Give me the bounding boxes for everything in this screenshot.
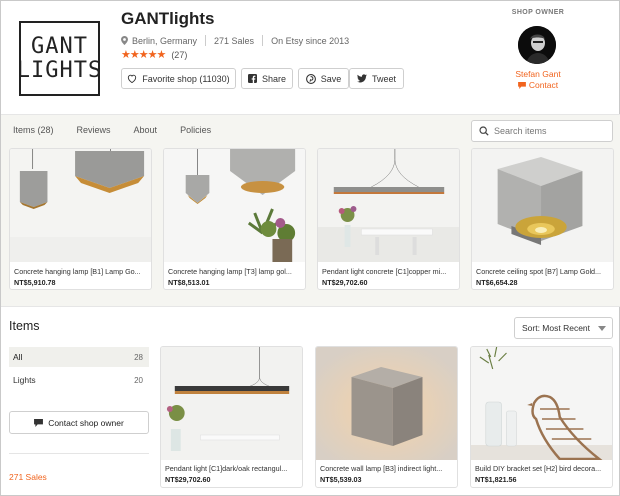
chevron-down-icon: [598, 326, 606, 331]
listing-card[interactable]: Concrete wall lamp [B3] indirect light..…: [315, 346, 458, 488]
listing-card[interactable]: Pendant light [C1]dark/oak rectangul... …: [160, 346, 303, 488]
listing-title: Concrete hanging lamp [T3] lamp gol...: [168, 267, 292, 276]
owner-avatar-image: [518, 26, 556, 64]
tab-policies[interactable]: Policies: [180, 125, 211, 135]
sales-link[interactable]: 271 Sales: [9, 472, 47, 482]
featured-listing-card[interactable]: Concrete ceiling spot [B7] Lamp Gold... …: [471, 148, 614, 290]
featured-listing-card[interactable]: Concrete hanging lamp [T3] lamp gol... N…: [163, 148, 306, 290]
listing-photo: [471, 347, 612, 460]
listing-price: NT$5,539.03: [320, 475, 362, 484]
section-item-all[interactable]: All 28: [9, 347, 149, 367]
sidebar-divider: [9, 453, 149, 454]
listing-title: Pendant light [C1]dark/oak rectangul...: [165, 464, 288, 473]
listing-title: Build DIY bracket set [H2] bird decora..…: [475, 464, 602, 473]
listing-photo: [161, 347, 302, 460]
contact-owner-link[interactable]: Contact: [497, 80, 579, 90]
pinterest-icon: [305, 73, 316, 84]
listing-card[interactable]: Build DIY bracket set [H2] bird decora..…: [470, 346, 613, 488]
listing-price: NT$1,821.56: [475, 475, 517, 484]
favorite-shop-label: Favorite shop (11030): [142, 73, 230, 84]
search-input[interactable]: [494, 126, 604, 136]
shop-rating[interactable]: ★★★★★ (27): [121, 48, 187, 61]
items-heading: Items: [9, 319, 40, 333]
twitter-icon: [356, 74, 367, 83]
share-label: Share: [261, 73, 287, 84]
tab-reviews[interactable]: Reviews: [77, 125, 111, 135]
logo-line2: LIGHTS: [16, 57, 103, 83]
listing-price: NT$8,513.01: [168, 278, 210, 287]
shop-owner-label: SHOP OWNER: [511, 9, 565, 16]
owner-name-link[interactable]: Stefan Gant: [497, 69, 579, 79]
contact-label: Contact: [528, 80, 559, 90]
contact-shop-owner-button[interactable]: Contact shop owner: [9, 411, 149, 434]
featured-listing-card[interactable]: Pendant light concrete [C1]copper mi... …: [317, 148, 460, 290]
listing-photo: [10, 149, 151, 262]
section-count: 20: [134, 375, 143, 385]
search-items-box[interactable]: [471, 120, 613, 142]
review-count: (27): [171, 49, 188, 60]
owner-avatar[interactable]: [518, 26, 556, 64]
featured-listing-card[interactable]: Concrete hanging lamp [B1] Lamp Go... NT…: [9, 148, 152, 290]
listing-price: NT$6,654.28: [476, 278, 518, 287]
shop-logo[interactable]: GANT LIGHTS: [16, 21, 103, 96]
shop-sales[interactable]: 271 Sales: [214, 36, 254, 46]
section-label: All: [13, 352, 23, 362]
listing-title: Pendant light concrete [C1]copper mi...: [322, 267, 447, 276]
listing-price: NT$29,702.60: [322, 278, 368, 287]
contact-shop-owner-label: Contact shop owner: [48, 417, 124, 428]
meta-divider: [262, 35, 264, 46]
rating-stars-icon: ★★★★★: [121, 49, 166, 61]
facebook-icon: [247, 74, 257, 83]
meta-divider: [205, 35, 207, 46]
listing-title: Concrete ceiling spot [B7] Lamp Gold...: [476, 267, 602, 276]
shop-location: Berlin, Germany: [132, 35, 198, 46]
tab-about[interactable]: About: [134, 125, 158, 135]
shop-meta: Berlin, Germany 271 Sales On Etsy since …: [121, 35, 349, 46]
save-label: Save: [320, 73, 342, 84]
listing-price: NT$5,910.78: [14, 278, 56, 287]
listing-photo: [318, 149, 459, 262]
pinterest-save-button[interactable]: Save: [298, 68, 349, 89]
search-icon: [479, 126, 489, 136]
listing-title: Concrete wall lamp [B3] indirect light..…: [320, 464, 443, 473]
listing-price: NT$29,702.60: [165, 475, 211, 484]
listing-title: Concrete hanging lamp [B1] Lamp Go...: [14, 267, 141, 276]
listing-photo: [164, 149, 305, 262]
section-count: 28: [134, 352, 143, 362]
tweet-button[interactable]: Tweet: [349, 68, 404, 89]
favorite-shop-button[interactable]: Favorite shop (11030): [121, 68, 236, 89]
heart-icon: [128, 74, 137, 83]
listing-photo: [316, 347, 457, 460]
shop-name: GANTlights: [121, 9, 215, 28]
logo-line1: GANT: [31, 33, 88, 59]
section-item-lights[interactable]: Lights 20: [9, 370, 149, 390]
tab-items[interactable]: Items (28): [13, 125, 54, 135]
tweet-label: Tweet: [371, 73, 396, 84]
sort-label: Sort: Most Recent: [522, 323, 591, 333]
listing-photo: [472, 149, 613, 262]
message-icon: [517, 81, 526, 89]
shop-since: On Etsy since 2013: [271, 35, 350, 46]
shop-tabs: Items (28) Reviews About Policies: [13, 125, 234, 135]
section-label: Lights: [13, 375, 36, 385]
message-icon: [34, 418, 44, 427]
facebook-share-button[interactable]: Share: [241, 68, 293, 89]
location-pin-icon: [121, 36, 128, 45]
sort-dropdown[interactable]: Sort: Most Recent: [514, 317, 613, 339]
